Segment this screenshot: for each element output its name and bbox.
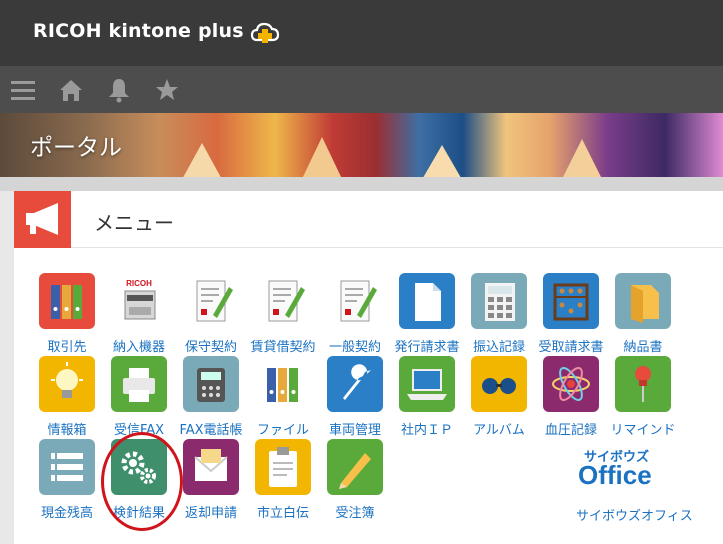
app-tile[interactable]: リマインド [603, 356, 683, 440]
app-label: 納品書 [623, 340, 663, 355]
brand-title: RICOH kintone plus [33, 20, 244, 42]
banner-pencil-graphic [180, 143, 224, 177]
home-icon[interactable] [57, 76, 85, 104]
list-icon [51, 453, 83, 481]
contract-icon [196, 280, 233, 322]
fax-phone-icon [197, 368, 225, 402]
app-tile-background [327, 356, 383, 412]
laptop-icon [407, 369, 447, 400]
cybozu-logo-main: Office [578, 460, 652, 490]
app-tile-background [399, 356, 455, 412]
app-label: リマインド [610, 423, 676, 438]
printer-icon [123, 368, 155, 402]
folder-icon [631, 285, 659, 323]
envelope-icon [194, 449, 228, 481]
binders-icon [51, 285, 82, 319]
pencil-icon [339, 453, 371, 489]
highlight-circle [101, 432, 183, 531]
megaphone-badge [14, 191, 71, 248]
page-title: ポータル [30, 135, 122, 161]
banner-pencil-graphic [420, 145, 464, 177]
app-tile-background [255, 356, 311, 412]
app-tile-background: RICOH [111, 273, 167, 329]
app-tile[interactable]: 納品書 [603, 273, 683, 357]
app-tile-background [471, 356, 527, 412]
app-tile-background [183, 356, 239, 412]
cybozu-app-label: サイボウズオフィス [576, 509, 693, 524]
abacus-icon [553, 283, 589, 321]
app-tile-background [471, 273, 527, 329]
app-label: 受注簿 [335, 506, 375, 521]
glasses-icon [482, 378, 516, 394]
app-tile-background [543, 273, 599, 329]
app-tile-background [399, 273, 455, 329]
cloud-plus-icon [250, 22, 280, 43]
app-tile[interactable]: 受注簿 [315, 439, 395, 523]
app-tile-background [39, 439, 95, 495]
cybozu-office-app[interactable]: サイボウズ Office サイボウズオフィス [576, 446, 711, 530]
binders-icon [267, 368, 298, 402]
app-tile-background [255, 273, 311, 329]
star-icon[interactable] [153, 76, 181, 104]
app-tile-background [543, 356, 599, 412]
menu-icon[interactable] [9, 76, 37, 104]
section-divider [0, 177, 723, 191]
app-tile-background [39, 356, 95, 412]
contract-icon [268, 280, 305, 322]
app-tile-background [183, 439, 239, 495]
toolbar [0, 66, 723, 113]
top-header-bar: RICOH kintone plus [0, 0, 723, 66]
app-tile-background [39, 273, 95, 329]
app-tile-background [615, 273, 671, 329]
app-tile-background [111, 356, 167, 412]
menu-header: メニュー [14, 191, 723, 248]
app-tile-background [255, 439, 311, 495]
lightbulb-icon [51, 362, 83, 398]
banner-pencil-graphic [560, 139, 604, 177]
pushpin-icon [635, 366, 651, 402]
contract-icon [340, 280, 377, 322]
calculator-icon [485, 283, 515, 321]
portal-banner: ポータル [0, 113, 723, 177]
menu-title: メニュー [94, 211, 174, 235]
atom-icon [552, 367, 590, 401]
bell-icon[interactable] [105, 76, 133, 104]
clipboard-icon [269, 447, 297, 487]
copier-icon: RICOH [124, 279, 156, 320]
megaphone-icon [26, 203, 58, 235]
wrench-icon [343, 364, 371, 400]
svg-text:RICOH: RICOH [126, 279, 152, 288]
app-tile-background [183, 273, 239, 329]
banner-pencil-graphic [300, 137, 344, 177]
document-icon [415, 283, 441, 321]
app-tile-background [327, 273, 383, 329]
app-tile-background [327, 439, 383, 495]
app-tile-background [615, 356, 671, 412]
